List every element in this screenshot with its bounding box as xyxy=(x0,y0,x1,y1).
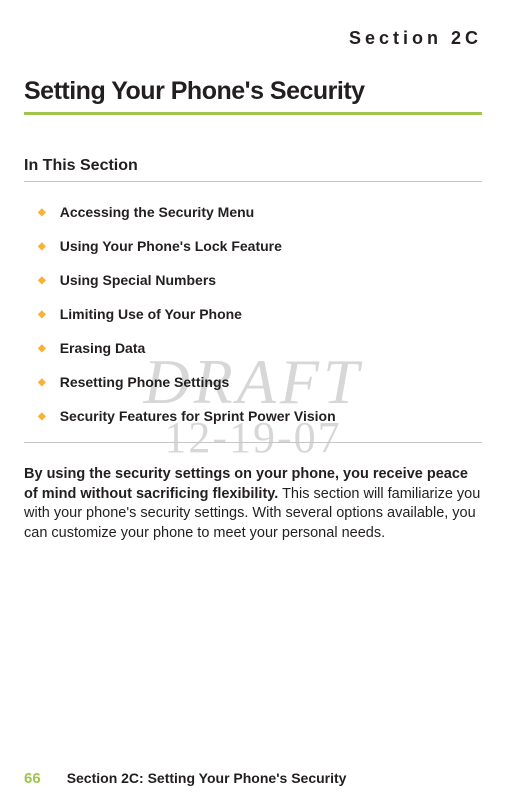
diamond-bullet-icon: ◆ xyxy=(38,374,46,392)
page-footer: 66 Section 2C: Setting Your Phone's Secu… xyxy=(24,770,482,787)
diamond-bullet-icon: ◆ xyxy=(38,340,46,358)
diamond-bullet-icon: ◆ xyxy=(38,238,46,256)
toc-item: ◆ Security Features for Sprint Power Vis… xyxy=(24,408,482,426)
toc-item: ◆ Accessing the Security Menu xyxy=(24,204,482,222)
page-title: Setting Your Phone's Security xyxy=(24,77,482,106)
subhead-rule-top xyxy=(24,181,482,182)
toc-item: ◆ Limiting Use of Your Phone xyxy=(24,306,482,324)
diamond-bullet-icon: ◆ xyxy=(38,306,46,324)
toc-item-label: Erasing Data xyxy=(60,340,146,356)
toc-item: ◆ Using Your Phone's Lock Feature xyxy=(24,238,482,256)
toc-item-label: Using Your Phone's Lock Feature xyxy=(60,238,282,254)
section-label: Section 2C xyxy=(24,28,482,49)
toc-item-label: Security Features for Sprint Power Visio… xyxy=(60,408,336,424)
toc-item: ◆ Erasing Data xyxy=(24,340,482,358)
toc-item: ◆ Using Special Numbers xyxy=(24,272,482,290)
title-rule xyxy=(24,112,482,115)
toc-item-label: Resetting Phone Settings xyxy=(60,374,230,390)
diamond-bullet-icon: ◆ xyxy=(38,408,46,426)
footer-page-number: 66 xyxy=(24,770,41,787)
diamond-bullet-icon: ◆ xyxy=(38,204,46,222)
body-paragraph: By using the security settings on your p… xyxy=(24,465,482,543)
toc-list: ◆ Accessing the Security Menu ◆ Using Yo… xyxy=(24,204,482,426)
toc-item-label: Limiting Use of Your Phone xyxy=(60,306,242,322)
toc-item-label: Accessing the Security Menu xyxy=(60,204,255,220)
subhead-rule-bottom xyxy=(24,442,482,443)
diamond-bullet-icon: ◆ xyxy=(38,272,46,290)
in-this-section-heading: In This Section xyxy=(24,157,482,175)
footer-section-text: Section 2C: Setting Your Phone's Securit… xyxy=(67,770,347,786)
toc-item-label: Using Special Numbers xyxy=(60,272,216,288)
toc-item: ◆ Resetting Phone Settings xyxy=(24,374,482,392)
